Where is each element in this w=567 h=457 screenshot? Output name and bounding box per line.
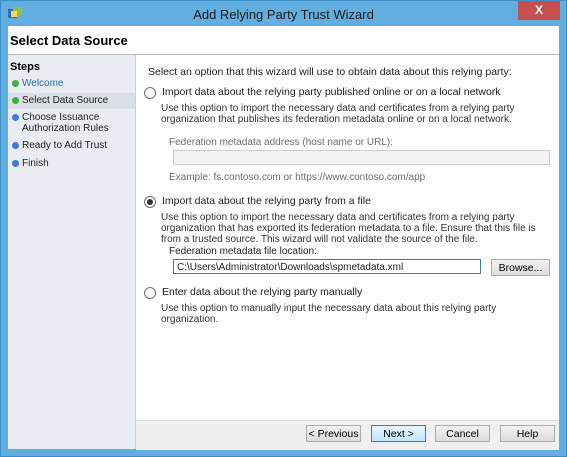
cancel-button[interactable]: Cancel (435, 425, 490, 442)
option-manual-description: Use this option to manually input the ne… (161, 303, 497, 325)
help-button[interactable]: Help (500, 425, 555, 442)
step-welcome: Welcome (8, 76, 135, 92)
metadata-file-input[interactable]: C:\Users\Administrator\Downloads\spmetad… (173, 259, 481, 274)
radio-manual[interactable] (144, 287, 156, 299)
step-done-dot-icon (12, 80, 19, 87)
steps-title: Steps (10, 61, 40, 73)
title-bar[interactable]: Add Relying Party Trust Wizard X (1, 1, 566, 26)
step-pending-dot-icon (12, 114, 19, 121)
option-online-label[interactable]: Import data about the relying party publ… (162, 86, 501, 98)
wizard-footer: < Previous Next > Cancel Help (136, 420, 559, 450)
step-label: Ready to Add Trust (22, 140, 108, 151)
option-file-label[interactable]: Import data about the relying party from… (162, 195, 371, 207)
option-file-description: Use this option to import the necessary … (161, 212, 536, 245)
step-label: Select Data Source (22, 95, 109, 106)
option-online-description: Use this option to import the necessary … (161, 103, 515, 125)
step-ready-to-add-trust: Ready to Add Trust (8, 138, 135, 154)
step-current-dot-icon (12, 97, 19, 104)
step-finish: Finish (8, 156, 135, 172)
wizard-window: Add Relying Party Trust Wizard X Select … (0, 0, 567, 457)
window-title: Add Relying Party Trust Wizard (193, 7, 374, 22)
wizard-client-area: Select Data Source Steps Welcome Select … (8, 26, 559, 450)
step-label: Welcome (22, 78, 64, 89)
metadata-file-label: Federation metadata file location: (169, 246, 317, 257)
metadata-address-example: Example: fs.contoso.com or https://www.c… (169, 172, 426, 183)
option-manual-label[interactable]: Enter data about the relying party manua… (162, 286, 362, 298)
close-button[interactable]: X (518, 1, 560, 20)
radio-online[interactable] (144, 87, 156, 99)
intro-text: Select an option that this wizard will u… (148, 66, 512, 78)
page-title: Select Data Source (10, 33, 128, 48)
browse-button[interactable]: Browse... (491, 259, 550, 276)
page-header: Select Data Source (8, 26, 559, 55)
step-select-data-source: Select Data Source (8, 93, 135, 109)
metadata-address-input[interactable] (173, 150, 550, 165)
step-label: Finish (22, 158, 49, 169)
content-panel: Select an option that this wizard will u… (136, 55, 559, 420)
metadata-address-label: Federation metadata address (host name o… (169, 137, 393, 148)
step-choose-issuance-rules: Choose Issuance Authorization Rules (8, 110, 135, 136)
next-button[interactable]: Next > (371, 425, 426, 442)
step-pending-dot-icon (12, 142, 19, 149)
step-label: Choose Issuance Authorization Rules (22, 112, 109, 134)
step-pending-dot-icon (12, 160, 19, 167)
previous-button[interactable]: < Previous (306, 425, 361, 442)
radio-file[interactable] (144, 196, 156, 208)
steps-panel: Steps Welcome Select Data Source Choose … (8, 55, 136, 449)
